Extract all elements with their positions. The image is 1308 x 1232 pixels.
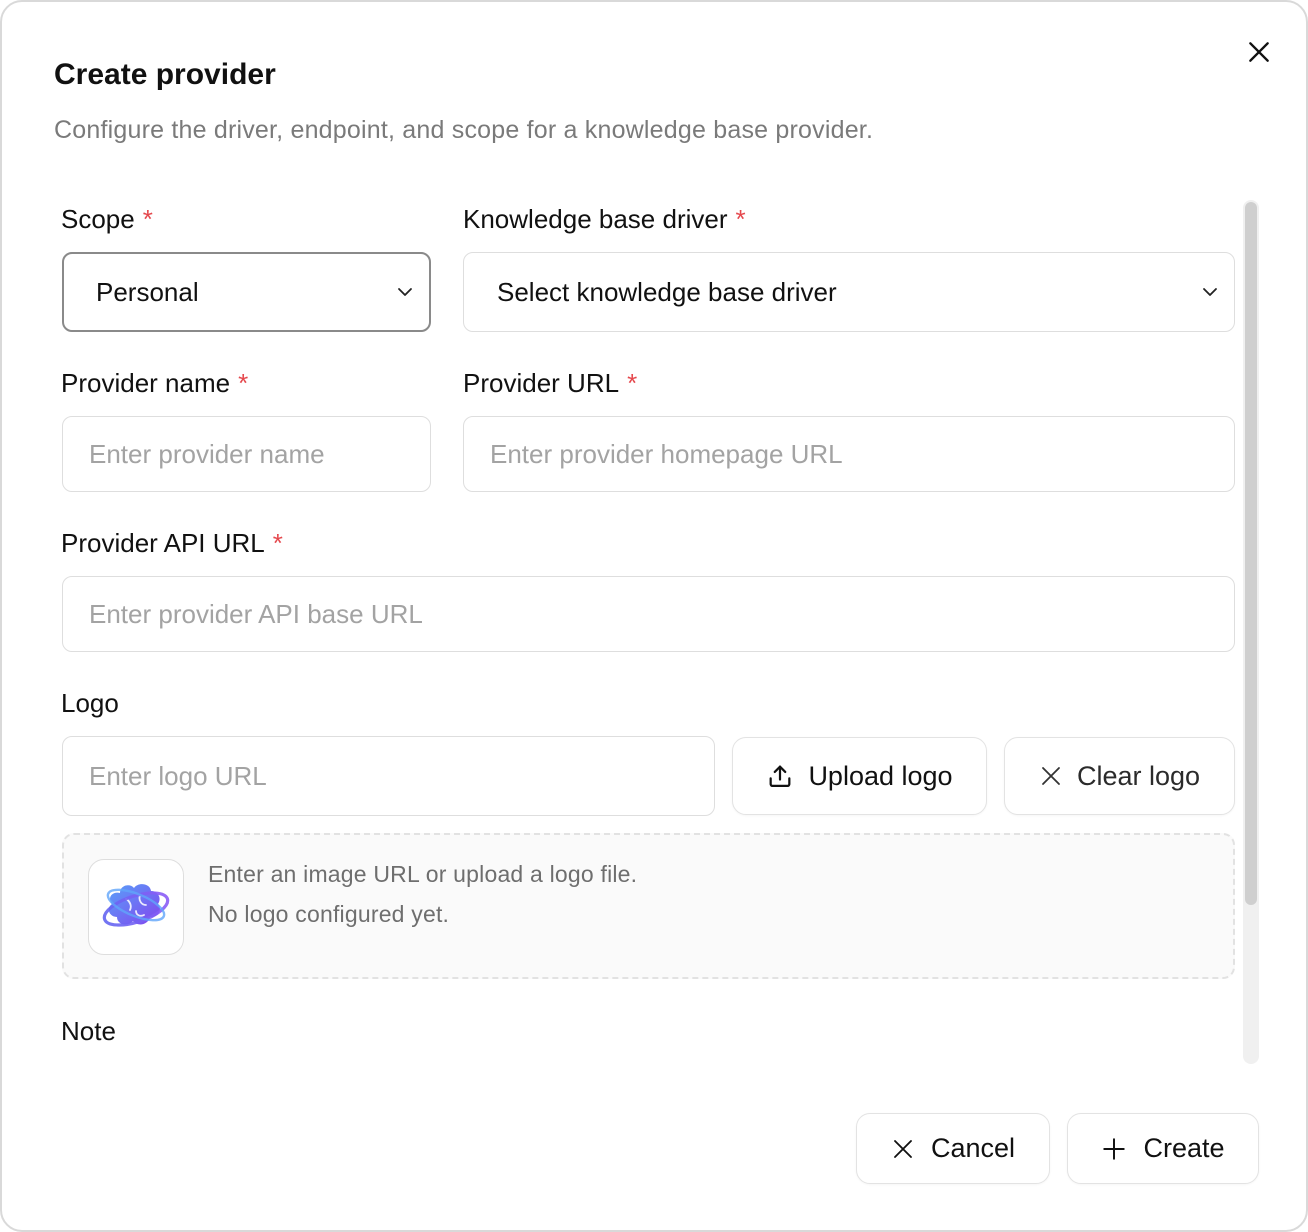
scrollbar-thumb[interactable] — [1245, 202, 1257, 905]
logo-preview-area: Enter an image URL or upload a logo file… — [62, 833, 1235, 979]
upload-logo-label: Upload logo — [808, 760, 953, 791]
brain-logo-icon — [102, 884, 170, 927]
note-label: Note — [61, 1016, 116, 1046]
scope-select[interactable]: Personal — [62, 252, 431, 332]
driver-select[interactable]: Select knowledge base driver — [463, 252, 1235, 332]
required-marker: * — [142, 204, 153, 234]
provider-url-field[interactable] — [463, 416, 1235, 492]
driver-select-value: Select knowledge base driver — [497, 276, 837, 307]
scope-label: Scope * — [61, 204, 153, 235]
driver-label: Knowledge base driver * — [463, 204, 746, 235]
logo-label: Logo — [61, 688, 119, 718]
chevron-down-icon — [1203, 288, 1217, 296]
provider-url-label: Provider URL * — [463, 368, 637, 399]
chevron-down-icon — [398, 288, 412, 296]
provider-name-input[interactable] — [89, 417, 430, 491]
scope-label-text: Scope — [61, 204, 135, 234]
create-provider-dialog: Create provider Configure the driver, en… — [0, 0, 1308, 1232]
logo-preview — [88, 859, 184, 955]
plus-icon — [1103, 1137, 1126, 1160]
required-marker: * — [735, 204, 746, 234]
required-marker: * — [272, 528, 283, 558]
dialog-title: Create provider — [54, 58, 276, 91]
upload-icon — [769, 765, 791, 788]
logo-url-input[interactable] — [89, 737, 714, 815]
api-url-label: Provider API URL * — [61, 528, 283, 559]
create-button[interactable]: Create — [1067, 1113, 1259, 1184]
close-icon — [1249, 42, 1269, 62]
close-button[interactable] — [1239, 32, 1279, 72]
api-url-input[interactable] — [89, 577, 1234, 651]
api-url-field[interactable] — [62, 576, 1235, 652]
required-marker: * — [627, 368, 638, 398]
provider-name-field[interactable] — [62, 416, 431, 492]
clear-logo-label: Clear logo — [1076, 760, 1201, 791]
x-icon — [1042, 767, 1060, 785]
dialog-subtitle: Configure the driver, endpoint, and scop… — [54, 116, 874, 144]
provider-url-input[interactable] — [490, 417, 1234, 491]
scope-select-value: Personal — [96, 276, 199, 307]
provider-name-label-text: Provider name — [61, 368, 231, 398]
logo-hint-line1: Enter an image URL or upload a logo file… — [208, 861, 638, 887]
cancel-button[interactable]: Cancel — [856, 1113, 1050, 1184]
x-icon — [894, 1139, 912, 1158]
upload-logo-button[interactable]: Upload logo — [732, 737, 987, 815]
logo-url-field[interactable] — [62, 736, 715, 816]
driver-label-text: Knowledge base driver — [463, 204, 728, 234]
create-label: Create — [1143, 1133, 1225, 1163]
provider-url-label-text: Provider URL — [463, 368, 620, 398]
required-marker: * — [238, 368, 249, 398]
cancel-label: Cancel — [930, 1133, 1016, 1163]
api-url-label-text: Provider API URL — [61, 528, 265, 558]
logo-hint-line2: No logo configured yet. — [208, 901, 450, 927]
clear-logo-button[interactable]: Clear logo — [1004, 737, 1235, 815]
provider-name-label: Provider name * — [61, 368, 248, 399]
